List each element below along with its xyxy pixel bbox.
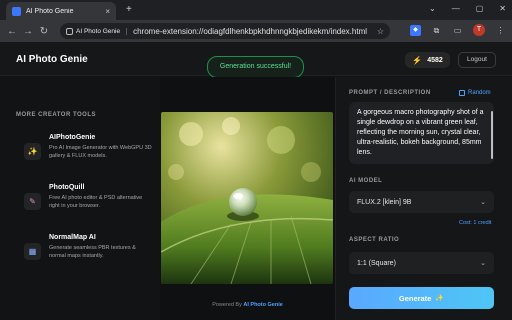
browser-tab[interactable]: AI Photo Genie ×: [6, 2, 116, 20]
tool-normalmap[interactable]: ▦ NormalMap AI Generate seamless PBR tex…: [24, 234, 154, 260]
credits-badge: ⚡ 4582: [405, 52, 450, 68]
powered-prefix: Powered By: [212, 302, 242, 308]
random-label: Random: [468, 90, 491, 96]
puzzle-icon[interactable]: ⧉: [431, 25, 442, 36]
generate-button[interactable]: Generate ✨: [349, 287, 494, 309]
powered-link[interactable]: AI Photo Genie: [243, 302, 282, 308]
toolbar-right: ◆ ⧉ ▭ T ⋮: [410, 24, 506, 36]
chevron-down-icon: ⌄: [480, 199, 486, 206]
menu-icon[interactable]: ⋮: [495, 25, 506, 36]
browser-tabstrip: AI Photo Genie × + ⌄ — ▢ ✕: [0, 0, 512, 20]
image-preview-area: Powered By AI Photo Genie: [160, 77, 335, 320]
aspect-value: 1:1 (Square): [357, 259, 396, 267]
tool-desc: Generate seamless PBR textures & normal …: [49, 245, 136, 259]
tool-name: PhotoQuill: [49, 184, 85, 191]
forward-icon[interactable]: →: [20, 26, 36, 37]
generate-label: Generate: [398, 293, 432, 303]
new-tab-button[interactable]: +: [126, 4, 132, 15]
sparkle-icon: ✨: [24, 143, 41, 160]
random-button[interactable]: Random: [459, 90, 491, 96]
quill-icon: ✎: [24, 193, 41, 210]
creator-tools-panel: MORE CREATOR TOOLS ✨ AIPhotoGenie Pro AI…: [0, 77, 160, 320]
aspect-select[interactable]: 1:1 (Square) ⌄: [349, 252, 494, 274]
texture-icon: ▦: [24, 243, 41, 260]
bolt-icon: ⚡: [412, 55, 423, 65]
logout-button[interactable]: Logout: [458, 52, 496, 68]
profile-avatar[interactable]: T: [473, 24, 485, 36]
extension-pinned-icon[interactable]: ◆: [410, 24, 421, 36]
tool-aiphotogenie[interactable]: ✨ AIPhotoGenie Pro AI Image Generator wi…: [24, 134, 154, 160]
tool-name: AIPhotoGenie: [49, 134, 96, 141]
powered-by: Powered By AI Photo Genie: [160, 302, 335, 308]
browser-toolbar: ← → ↻ AI Photo Genie chrome-extension://…: [0, 20, 512, 42]
brand-title: AI Photo Genie: [16, 54, 88, 65]
back-icon[interactable]: ←: [4, 26, 20, 37]
credits-count: 4582: [427, 56, 443, 64]
model-select[interactable]: FLUX.2 [klein] 9B ⌄: [349, 191, 494, 213]
minimize-icon[interactable]: —: [452, 4, 460, 13]
tab-search-icon[interactable]: ⌄: [429, 4, 436, 13]
window-controls: ⌄ — ▢ ✕: [429, 4, 506, 13]
model-label: AI MODEL: [349, 178, 383, 184]
prompt-label: PROMPT / DESCRIPTION: [349, 90, 431, 96]
generated-image[interactable]: [161, 112, 333, 284]
tool-photoquill[interactable]: ✎ PhotoQuill Free AI photo editor & PSD …: [24, 184, 154, 210]
site-chip[interactable]: AI Photo Genie: [66, 27, 128, 35]
close-window-icon[interactable]: ✕: [499, 4, 506, 13]
extension-icon: [66, 27, 73, 35]
success-toast: Generation successful!: [207, 56, 304, 78]
maximize-icon[interactable]: ▢: [476, 4, 484, 13]
reload-icon[interactable]: ↻: [36, 26, 52, 37]
address-bar[interactable]: AI Photo Genie chrome-extension://odiagf…: [60, 23, 390, 39]
prompt-textarea[interactable]: A gorgeous macro photography shot of a s…: [349, 102, 494, 164]
app-header: AI Photo Genie Generation successful! ⚡ …: [0, 42, 512, 78]
tab-title: AI Photo Genie: [26, 7, 74, 15]
tab-close-icon[interactable]: ×: [105, 7, 110, 16]
prompt-scrollbar[interactable]: [491, 111, 493, 159]
model-value: FLUX.2 [klein] 9B: [357, 198, 412, 206]
chevron-down-icon: ⌄: [480, 260, 486, 267]
sidepanel-icon[interactable]: ▭: [452, 25, 463, 36]
tool-desc: Free AI photo editor & PSD alternative r…: [49, 195, 143, 209]
sparkle-icon: ✨: [435, 295, 445, 302]
site-chip-label: AI Photo Genie: [76, 27, 121, 35]
tab-favicon-icon: [12, 6, 21, 16]
generation-settings-panel: PROMPT / DESCRIPTION Random A gorgeous m…: [335, 77, 512, 320]
tool-desc: Pro AI Image Generator with WebGPU 3D ga…: [49, 145, 152, 159]
aspect-label: ASPECT RATIO: [349, 237, 400, 243]
tool-name: NormalMap AI: [49, 234, 96, 241]
bookmark-star-icon[interactable]: ☆: [377, 27, 384, 36]
url-text[interactable]: chrome-extension://odiagfdlhenkbpkhdhnng…: [133, 27, 377, 36]
dice-icon: [459, 90, 465, 96]
dewdrop-leaf-image: [161, 112, 333, 284]
cost-label: Cost: 1 credit: [459, 220, 492, 226]
creator-tools-heading: MORE CREATOR TOOLS: [16, 112, 97, 118]
